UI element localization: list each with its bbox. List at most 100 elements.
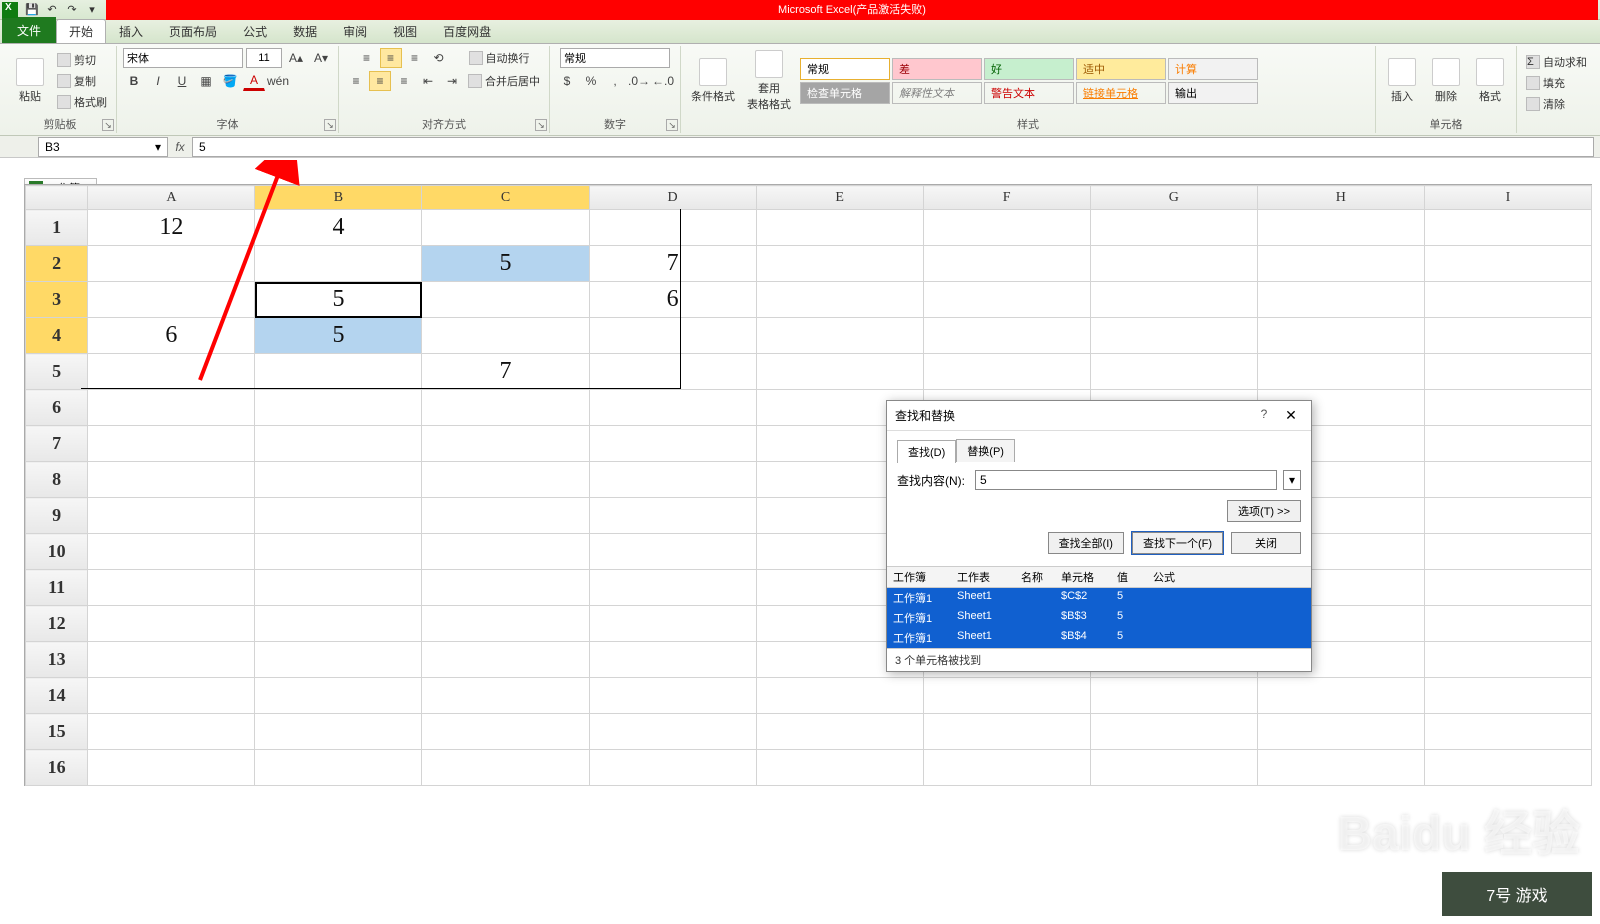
number-launcher-icon[interactable]: ↘ <box>666 119 678 131</box>
align-middle-icon[interactable]: ≡ <box>380 48 402 68</box>
cut-button[interactable]: 剪切 <box>54 50 110 70</box>
formula-input[interactable]: 5 <box>192 137 1594 157</box>
conditional-format-button[interactable]: 条件格式 <box>687 56 739 106</box>
tab-find[interactable]: 查找(D) <box>897 440 956 463</box>
style-normal[interactable]: 常规 <box>800 58 890 80</box>
cell-B4[interactable]: 5 <box>255 318 422 354</box>
table-format-button[interactable]: 套用 表格格式 <box>743 48 795 114</box>
col-name[interactable]: 名称 <box>1015 567 1055 587</box>
row-5[interactable]: 5 <box>26 354 88 390</box>
decrease-decimal-icon[interactable]: ←.0 <box>652 71 674 91</box>
tab-formulas[interactable]: 公式 <box>230 19 280 43</box>
cell-A4[interactable]: 6 <box>88 318 255 354</box>
fx-icon[interactable]: fx <box>168 140 192 154</box>
col-E[interactable]: E <box>756 186 923 210</box>
style-link[interactable]: 链接单元格 <box>1076 82 1166 104</box>
col-formula[interactable]: 公式 <box>1147 567 1311 587</box>
merge-center-button[interactable]: 合并后居中 <box>465 71 543 91</box>
percent-icon[interactable]: % <box>580 71 602 91</box>
find-next-button[interactable]: 查找下一个(F) <box>1132 532 1223 554</box>
cell-C4[interactable] <box>422 318 589 354</box>
align-right-icon[interactable]: ≡ <box>393 71 415 91</box>
result-row[interactable]: 工作簿1Sheet1$C$25 <box>887 588 1311 608</box>
style-good[interactable]: 好 <box>984 58 1074 80</box>
close-button[interactable]: 关闭 <box>1231 532 1301 554</box>
style-calc[interactable]: 计算 <box>1168 58 1258 80</box>
row-3[interactable]: 3 <box>26 282 88 318</box>
style-output[interactable]: 输出 <box>1168 82 1258 104</box>
dialog-help-icon[interactable]: ? <box>1255 407 1273 424</box>
border-button[interactable]: ▦ <box>195 71 217 91</box>
currency-icon[interactable]: $ <box>556 71 578 91</box>
wrap-text-button[interactable]: 自动换行 <box>466 48 533 68</box>
row-13[interactable]: 13 <box>26 642 88 678</box>
qat-redo-icon[interactable]: ↷ <box>63 2 81 18</box>
row-15[interactable]: 15 <box>26 714 88 750</box>
result-row[interactable]: 工作簿1Sheet1$B$45 <box>887 628 1311 648</box>
col-cell[interactable]: 单元格 <box>1055 567 1111 587</box>
copy-button[interactable]: 复制 <box>54 71 110 91</box>
insert-cells-button[interactable]: 插入 <box>1382 56 1422 106</box>
find-all-button[interactable]: 查找全部(I) <box>1048 532 1124 554</box>
style-explain[interactable]: 解释性文本 <box>892 82 982 104</box>
col-D[interactable]: D <box>589 186 756 210</box>
row-14[interactable]: 14 <box>26 678 88 714</box>
cell-B1[interactable]: 4 <box>255 210 422 246</box>
orientation-icon[interactable]: ⟲ <box>428 48 450 68</box>
font-name-select[interactable] <box>123 48 243 68</box>
fill-color-button[interactable]: 🪣 <box>219 71 241 91</box>
decrease-font-icon[interactable]: A▾ <box>310 48 332 68</box>
format-painter-button[interactable]: 格式刷 <box>54 92 110 112</box>
cell-D3[interactable]: 6 <box>589 282 756 318</box>
cell-A1[interactable]: 12 <box>88 210 255 246</box>
spreadsheet-grid[interactable]: A B C D E F G H I 1 12 4 2 5 7 3 5 6 <box>24 184 1592 786</box>
style-bad[interactable]: 差 <box>892 58 982 80</box>
paste-button[interactable]: 粘贴 <box>10 56 50 106</box>
tab-file[interactable]: 文件 <box>2 17 56 43</box>
row-8[interactable]: 8 <box>26 462 88 498</box>
increase-decimal-icon[interactable]: .0→ <box>628 71 650 91</box>
font-color-button[interactable]: A <box>243 71 265 91</box>
tab-data[interactable]: 数据 <box>280 19 330 43</box>
align-bottom-icon[interactable]: ≡ <box>404 48 426 68</box>
row-4[interactable]: 4 <box>26 318 88 354</box>
cell-A2[interactable] <box>88 246 255 282</box>
indent-decrease-icon[interactable]: ⇤ <box>417 71 439 91</box>
cell-D1[interactable] <box>589 210 756 246</box>
tab-replace[interactable]: 替换(P) <box>956 439 1015 462</box>
row-6[interactable]: 6 <box>26 390 88 426</box>
find-input[interactable] <box>975 470 1277 490</box>
style-neutral[interactable]: 适中 <box>1076 58 1166 80</box>
cell-A3[interactable] <box>88 282 255 318</box>
cell-B2[interactable] <box>255 246 422 282</box>
font-size-select[interactable] <box>246 48 282 68</box>
col-A[interactable]: A <box>88 186 255 210</box>
clear-button[interactable]: 清除 <box>1523 94 1590 114</box>
qat-customize-icon[interactable]: ▾ <box>83 2 101 18</box>
col-worksheet[interactable]: 工作表 <box>951 567 1015 587</box>
format-cells-button[interactable]: 格式 <box>1470 56 1510 106</box>
col-C[interactable]: C <box>422 186 589 210</box>
options-button[interactable]: 选项(T) >> <box>1227 500 1301 522</box>
align-top-icon[interactable]: ≡ <box>356 48 378 68</box>
select-all-corner[interactable] <box>26 186 88 210</box>
name-box-dropdown-icon[interactable]: ▾ <box>155 140 161 154</box>
alignment-launcher-icon[interactable]: ↘ <box>535 119 547 131</box>
col-workbook[interactable]: 工作簿 <box>887 567 951 587</box>
find-replace-dialog[interactable]: 查找和替换 ? ✕ 查找(D) 替换(P) 查找内容(N): ▾ 选项(T) >… <box>886 400 1312 672</box>
clipboard-launcher-icon[interactable]: ↘ <box>102 119 114 131</box>
bold-button[interactable]: B <box>123 71 145 91</box>
cell-D2[interactable]: 7 <box>589 246 756 282</box>
column-headers[interactable]: A B C D E F G H I <box>26 186 1592 210</box>
row-2[interactable]: 2 <box>26 246 88 282</box>
increase-font-icon[interactable]: A▴ <box>285 48 307 68</box>
row-7[interactable]: 7 <box>26 426 88 462</box>
cell-C3[interactable] <box>422 282 589 318</box>
cell-B3[interactable]: 5 <box>255 282 422 318</box>
cell-C5[interactable]: 7 <box>422 354 589 390</box>
qat-save-icon[interactable]: 💾 <box>23 2 41 18</box>
fill-button[interactable]: 填充 <box>1523 73 1590 93</box>
indent-increase-icon[interactable]: ⇥ <box>441 71 463 91</box>
col-H[interactable]: H <box>1257 186 1424 210</box>
row-11[interactable]: 11 <box>26 570 88 606</box>
